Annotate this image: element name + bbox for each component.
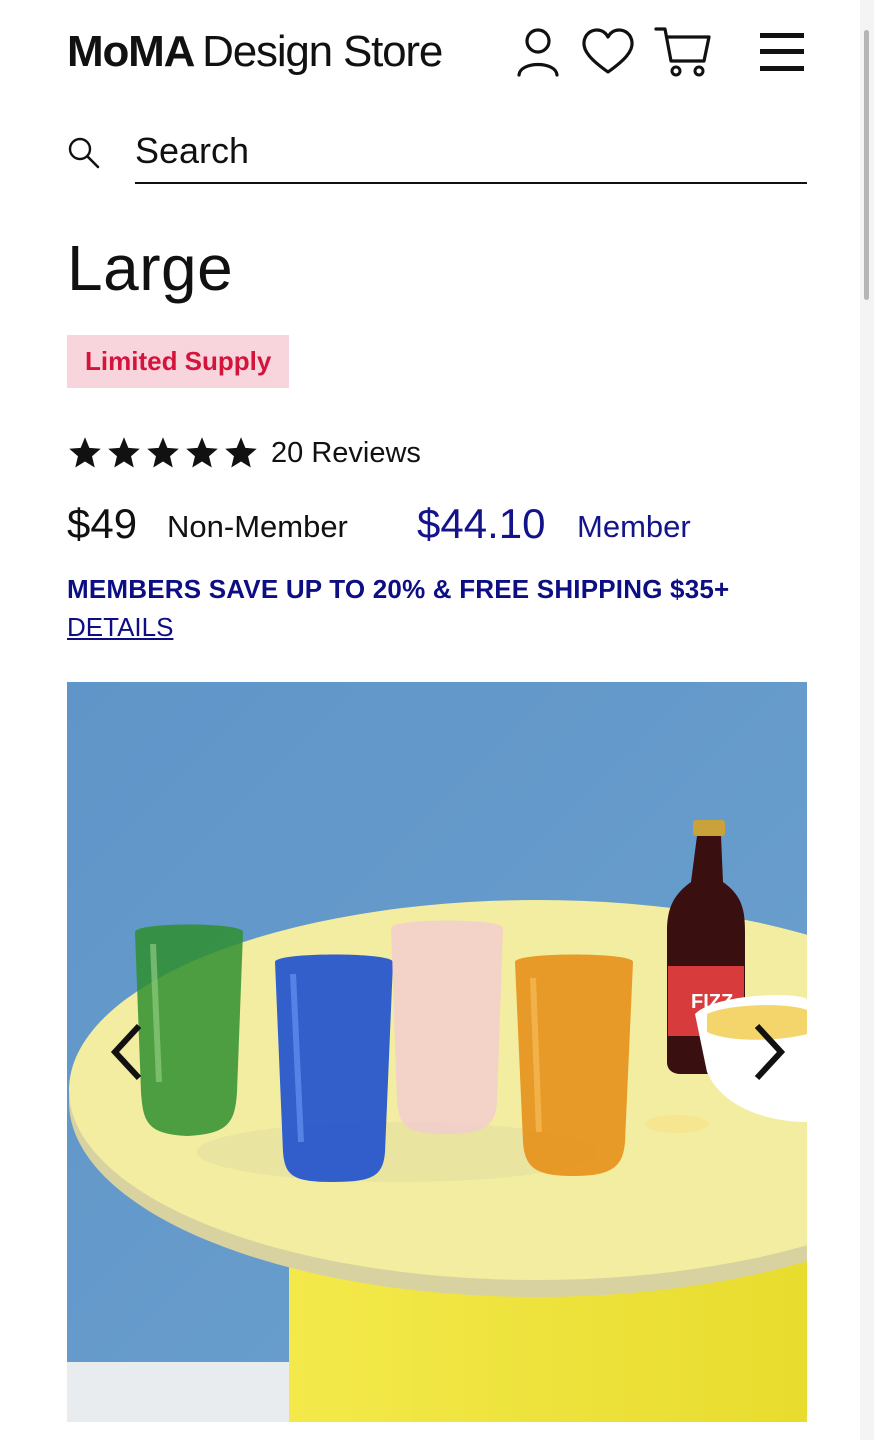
rating-stars <box>67 435 259 471</box>
chevron-right-icon <box>754 1023 786 1081</box>
page-scrollbar-track[interactable] <box>860 0 874 1440</box>
product-rating[interactable]: 20 Reviews <box>67 432 421 474</box>
brand-logo-light: Design Store <box>202 27 443 76</box>
star-icon <box>108 437 140 468</box>
brand-logo[interactable]: MoMA Design Store <box>67 26 443 78</box>
search-input[interactable] <box>135 120 807 184</box>
brand-logo-bold: MoMA <box>67 27 195 76</box>
search-bar <box>67 120 807 186</box>
star-icon <box>147 437 179 468</box>
member-label: Member <box>577 509 691 544</box>
search-icon[interactable] <box>67 136 101 175</box>
product-photo: FIZZ <box>67 682 807 1422</box>
price-row: $49 Non-Member $44.10 Member <box>67 498 827 554</box>
reviews-count-link[interactable]: 20 Reviews <box>271 437 421 470</box>
star-icon <box>186 437 218 468</box>
gallery-prev-button[interactable] <box>97 1012 157 1092</box>
product-title: Large <box>67 232 234 304</box>
gallery-next-button[interactable] <box>739 1012 799 1092</box>
cart-icon[interactable] <box>653 24 713 80</box>
member-price: $44.10 <box>417 500 546 547</box>
heart-icon[interactable] <box>579 24 637 80</box>
product-image-gallery[interactable]: FIZZ <box>67 682 807 1422</box>
menu-icon[interactable] <box>757 24 807 80</box>
limited-supply-badge: Limited Supply <box>67 335 290 388</box>
non-member-price: $49 <box>67 500 138 547</box>
non-member-label: Non-Member <box>167 509 348 544</box>
promo-details-link[interactable]: DETAILS <box>67 612 173 643</box>
account-icon[interactable] <box>513 24 563 80</box>
page-scrollbar-thumb[interactable] <box>864 30 869 300</box>
member-promo-text: MEMBERS SAVE UP TO 20% & FREE SHIPPING $… <box>67 574 730 604</box>
star-icon <box>69 437 101 468</box>
chevron-left-icon <box>110 1023 142 1081</box>
star-icon <box>225 437 257 468</box>
site-header: MoMA Design Store <box>67 24 807 84</box>
